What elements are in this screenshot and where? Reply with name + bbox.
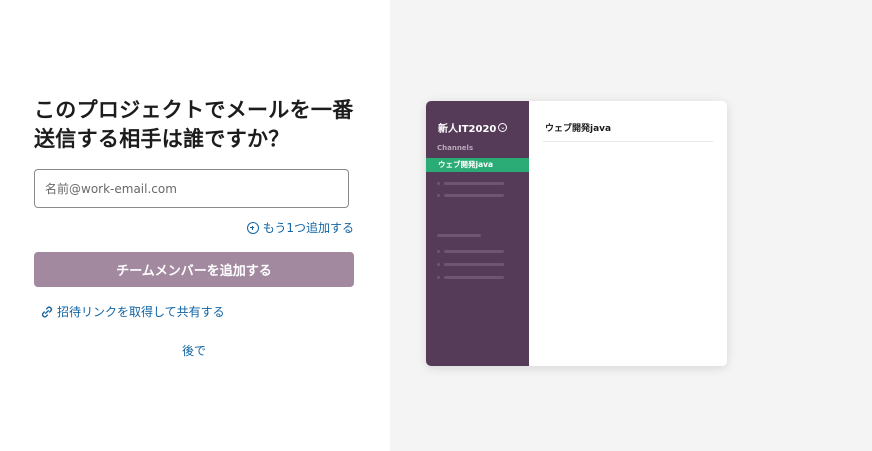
placeholder-line	[444, 194, 504, 197]
add-members-button[interactable]: チームメンバーを追加する	[34, 252, 354, 287]
placeholder-line	[444, 276, 504, 279]
placeholder-dot	[437, 182, 440, 185]
link-icon	[41, 306, 53, 317]
placeholder-dot	[437, 263, 440, 266]
left-panel: このプロジェクトでメールを一番送信する相手は誰ですか？ もう1つ追加する チーム…	[0, 0, 390, 451]
email-input[interactable]	[34, 169, 349, 208]
plus-circle-icon	[246, 221, 259, 234]
active-channel: ウェブ開発java	[426, 158, 529, 172]
invite-link[interactable]: 招待リンクを取得して共有する	[40, 303, 225, 320]
workspace-name: 新人IT2020 ⌄	[438, 120, 508, 135]
add-another-link[interactable]: もう1つ追加する	[246, 219, 354, 236]
placeholder-line	[444, 263, 504, 266]
workspace-name-label: 新人IT2020	[438, 124, 497, 135]
channel-title: ウェブ開発java	[545, 124, 612, 134]
workspace-preview: 新人IT2020 ⌄ Channels ウェブ開発java ウェブ開発java	[426, 101, 727, 366]
placeholder-dot	[437, 194, 440, 197]
page-heading: このプロジェクトでメールを一番送信する相手は誰ですか？	[34, 98, 354, 151]
placeholder-dot	[437, 276, 440, 279]
channel-divider	[543, 141, 713, 142]
placeholder-dot	[437, 250, 440, 253]
placeholder-line	[444, 250, 504, 253]
placeholder-line	[437, 234, 481, 237]
later-link[interactable]: 後で	[182, 342, 206, 359]
invite-link-label: 招待リンクを取得して共有する	[57, 305, 225, 319]
channels-label: Channels	[437, 144, 474, 152]
preview-sidebar: 新人IT2020 ⌄ Channels ウェブ開発java	[426, 101, 529, 366]
add-another-label: もう1つ追加する	[262, 221, 354, 235]
placeholder-line	[444, 182, 504, 185]
preview-main: ウェブ開発java	[529, 101, 727, 366]
chevron-circle-icon: ⌄	[498, 123, 508, 132]
